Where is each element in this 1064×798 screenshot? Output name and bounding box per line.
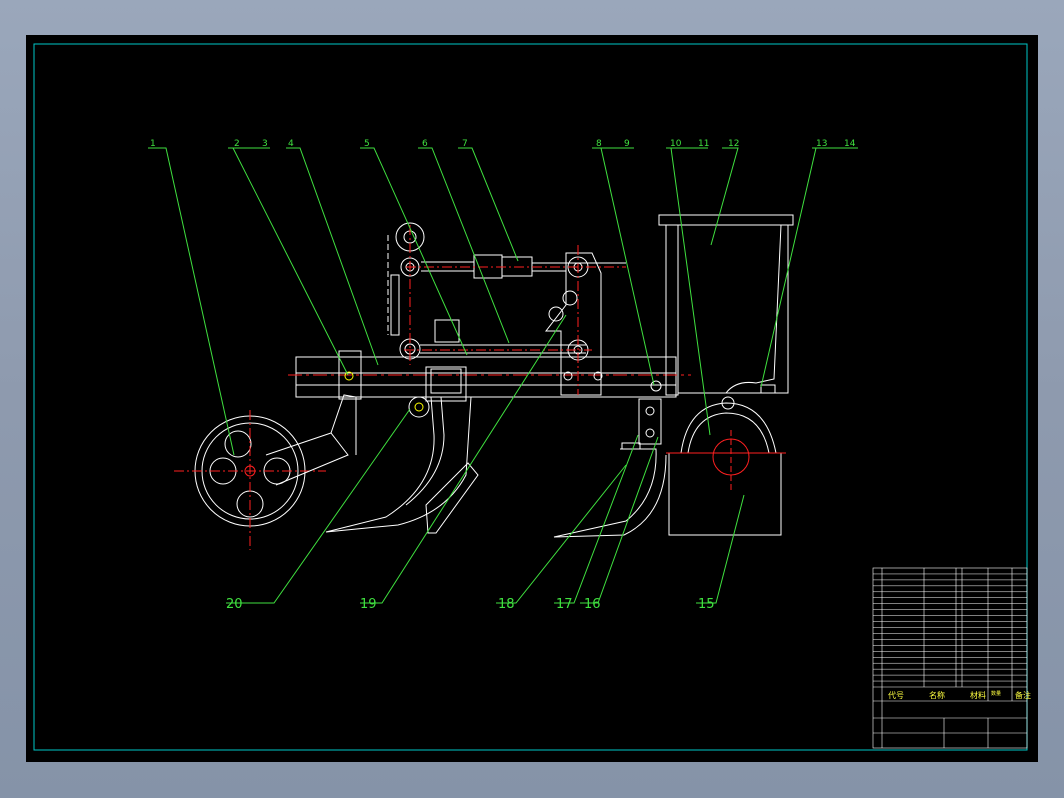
part-label-16: 16 [584, 597, 601, 612]
part-label-2: 2 [234, 139, 240, 149]
part-label-4: 4 [288, 139, 294, 149]
header-code: 代号 [888, 690, 904, 700]
rear-opener [553, 398, 667, 538]
header-qty: 数量 [991, 690, 1001, 697]
header-material: 材料 [970, 690, 986, 700]
part-label-6: 6 [422, 139, 428, 149]
drawing-viewport[interactable]: 1 2 3 4 5 6 7 8 9 10 11 12 13 14 20 19 1… [26, 35, 1038, 762]
part-label-5: 5 [364, 139, 370, 149]
header-name: 名称 [929, 690, 945, 700]
part-label-7: 7 [462, 139, 468, 149]
parts-list [872, 567, 1028, 749]
front-opener [325, 396, 479, 534]
part-label-9: 9 [624, 139, 630, 149]
part-label-1: 1 [150, 139, 156, 149]
title-block-headers: 代号 名称 材料 数量 备注 [888, 690, 1031, 700]
part-label-14: 14 [844, 139, 856, 149]
cad-drawing: 1 2 3 4 5 6 7 8 9 10 11 12 13 14 20 19 1… [33, 43, 1031, 751]
part-label-3: 3 [262, 139, 268, 149]
main-frame [288, 319, 691, 402]
part-label-12: 12 [728, 139, 739, 149]
part-label-11: 11 [698, 139, 709, 149]
part-label-19: 19 [360, 597, 377, 612]
part-label-20: 20 [226, 597, 243, 612]
part-labels-bottom: 20 19 18 17 16 15 [226, 597, 715, 612]
linkage [387, 222, 626, 396]
header-note: 备注 [1015, 690, 1031, 700]
part-label-17: 17 [556, 597, 573, 612]
part-label-8: 8 [596, 139, 602, 149]
part-label-13: 13 [816, 139, 827, 149]
part-label-10: 10 [670, 139, 682, 149]
part-label-15: 15 [698, 597, 715, 612]
part-label-18: 18 [498, 597, 515, 612]
press-wheel [174, 394, 357, 550]
parts-list-rows [873, 573, 1027, 682]
